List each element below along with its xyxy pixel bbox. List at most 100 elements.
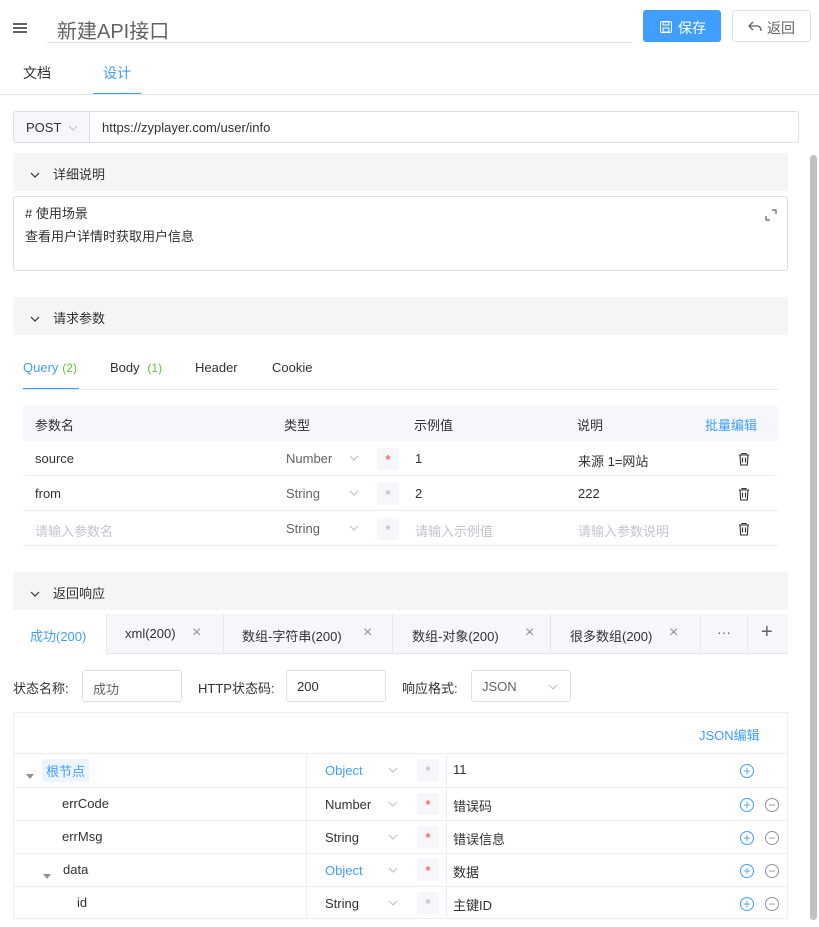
close-icon[interactable]: × [669, 624, 678, 642]
param-name[interactable]: from [35, 486, 61, 501]
tab-header[interactable]: Header [195, 359, 238, 390]
tab-query[interactable]: Query (2) [23, 359, 79, 390]
required-toggle[interactable]: * [417, 759, 439, 781]
response-tab-xml[interactable]: xml(200) × [107, 614, 224, 654]
url-value: https://zyplayer.com/user/info [102, 120, 271, 135]
tree-node-type[interactable]: Object [325, 763, 363, 778]
tab-design[interactable]: 设计 [93, 63, 141, 95]
param-type[interactable]: String [286, 521, 320, 536]
detail-section-header[interactable]: 详细说明 [13, 153, 788, 191]
remove-icon[interactable]: − [765, 897, 779, 911]
response-tab-many-arrays[interactable]: 很多数组(200) × [551, 614, 701, 654]
response-tab-array-object[interactable]: 数组-对象(200) × [393, 614, 551, 654]
response-section-header[interactable]: 返回响应 [13, 572, 788, 610]
tab-body-label: Body [110, 360, 140, 375]
required-toggle[interactable]: * [417, 859, 439, 881]
close-icon[interactable]: × [525, 624, 534, 642]
tree-node-type[interactable]: Number [325, 797, 371, 812]
add-child-icon[interactable]: + [740, 831, 754, 845]
caret-down-icon[interactable] [43, 867, 51, 879]
tree-node-name[interactable]: 根节点 [42, 759, 90, 782]
add-child-icon[interactable]: + [740, 864, 754, 878]
scrollbar[interactable] [810, 155, 817, 920]
close-icon[interactable]: × [192, 624, 201, 642]
trash-icon[interactable] [737, 452, 751, 466]
close-icon[interactable]: × [363, 624, 372, 642]
tab-docs[interactable]: 文档 [23, 63, 51, 94]
remove-icon[interactable]: − [765, 864, 779, 878]
tree-node-name[interactable]: errCode [62, 796, 109, 811]
url-input[interactable]: https://zyplayer.com/user/info [89, 111, 799, 143]
table-row-new: 请输入参数名 String * 请输入示例值 请输入参数说明 [23, 511, 778, 546]
chevron-down-icon [349, 488, 359, 498]
add-child-icon[interactable]: + [740, 897, 754, 911]
tree-node-desc[interactable]: 错误码 [453, 796, 492, 815]
tab-body-count: (1) [147, 361, 163, 375]
param-example[interactable]: 1 [415, 451, 422, 466]
response-tab-array-string[interactable]: 数组-字符串(200) × [224, 614, 393, 654]
param-type[interactable]: Number [286, 451, 332, 466]
response-tab-success[interactable]: 成功(200) [13, 614, 107, 655]
tree-row: 根节点 Object * 11 + [14, 754, 787, 787]
required-toggle[interactable]: * [377, 483, 399, 505]
param-name[interactable]: source [35, 451, 74, 466]
response-tabs-more[interactable]: ··· [701, 614, 748, 654]
add-child-icon[interactable]: + [740, 764, 754, 778]
param-name-placeholder[interactable]: 请输入参数名 [35, 521, 113, 540]
tab-cookie[interactable]: Cookie [272, 359, 312, 390]
tree-node-type[interactable]: String [325, 830, 359, 845]
response-tab-label: 数组-字符串(200) [242, 629, 342, 644]
tree-node-desc[interactable]: 错误信息 [453, 829, 505, 848]
add-icon: + [761, 621, 773, 643]
http-code-value: 200 [297, 679, 319, 694]
http-code-input[interactable]: 200 [286, 670, 386, 702]
format-label: 响应格式: [402, 681, 458, 696]
caret-down-icon[interactable] [26, 767, 34, 779]
trash-icon[interactable] [737, 522, 751, 536]
chevron-down-icon [388, 799, 398, 809]
param-desc-placeholder[interactable]: 请输入参数说明 [578, 521, 669, 540]
menu-icon[interactable] [13, 21, 27, 35]
save-button[interactable]: 保存 [643, 10, 721, 42]
tabs-divider [0, 94, 819, 95]
trash-icon[interactable] [737, 487, 751, 501]
tree-node-type[interactable]: Object [325, 863, 363, 878]
params-section-header[interactable]: 请求参数 [13, 297, 788, 335]
bulk-edit-link[interactable]: 批量编辑 [705, 415, 757, 434]
response-tab-add[interactable]: + [748, 614, 788, 654]
api-title-input[interactable]: 新建API接口 [47, 10, 631, 43]
chevron-down-icon [349, 523, 359, 533]
param-type[interactable]: String [286, 486, 320, 501]
add-child-icon[interactable]: + [740, 798, 754, 812]
required-toggle[interactable]: * [377, 518, 399, 540]
remove-icon[interactable]: − [765, 831, 779, 845]
remove-icon[interactable]: − [765, 798, 779, 812]
tree-node-type[interactable]: String [325, 896, 359, 911]
tree-node-desc[interactable]: 数据 [453, 862, 479, 881]
required-toggle[interactable]: * [417, 826, 439, 848]
param-example[interactable]: 2 [415, 486, 422, 501]
param-desc[interactable]: 来源 1=网站 [578, 451, 648, 470]
expand-icon[interactable] [765, 208, 777, 221]
col-desc: 说明 [577, 418, 604, 433]
status-name-input[interactable]: 成功 [82, 670, 182, 702]
detail-textarea[interactable]: # 使用场景 查看用户详情时获取用户信息 [13, 196, 788, 271]
tree-node-name[interactable]: id [77, 895, 87, 910]
chevron-down-icon [388, 898, 398, 908]
save-label: 保存 [678, 20, 706, 36]
required-toggle[interactable]: * [377, 448, 399, 470]
format-select[interactable]: JSON [471, 670, 571, 702]
tab-body[interactable]: Body (1) [110, 359, 162, 390]
back-button[interactable]: 返回 [732, 10, 811, 42]
chevron-down-icon [388, 832, 398, 842]
tree-node-desc[interactable]: 11 [453, 762, 467, 777]
param-desc[interactable]: 222 [578, 486, 600, 501]
required-toggle[interactable]: * [417, 892, 439, 914]
param-example-placeholder[interactable]: 请输入示例值 [415, 521, 493, 540]
tree-node-desc[interactable]: 主键ID [453, 895, 492, 914]
required-toggle[interactable]: * [417, 793, 439, 815]
tree-node-name[interactable]: data [63, 862, 88, 877]
method-select[interactable]: POST [13, 111, 90, 143]
tree-node-name[interactable]: errMsg [62, 829, 102, 844]
json-edit-link[interactable]: JSON编辑 [699, 725, 760, 744]
